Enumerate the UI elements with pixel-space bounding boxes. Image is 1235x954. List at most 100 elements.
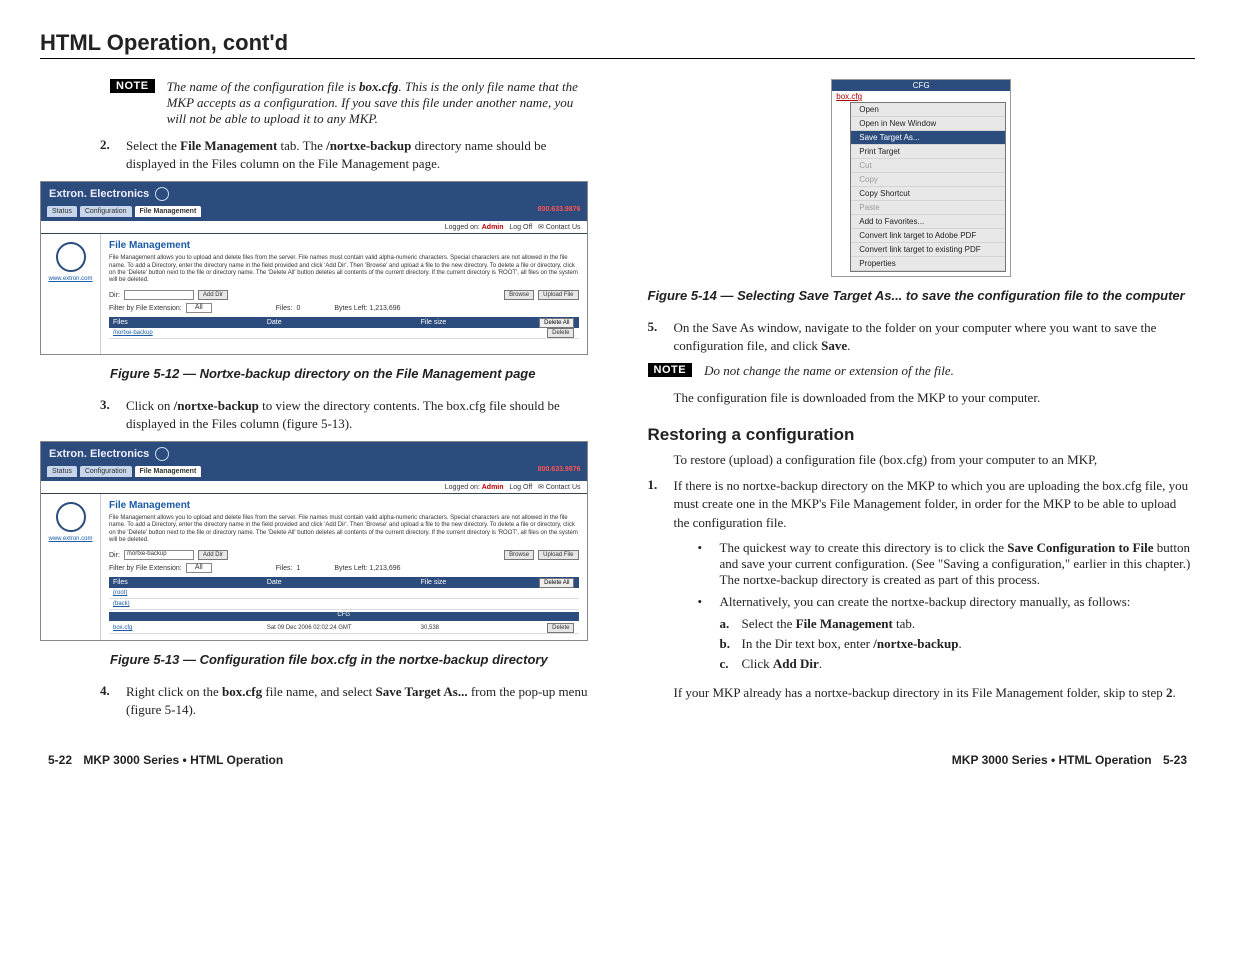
context-menu-item: Paste <box>851 201 1005 215</box>
note-box-2: NOTE Do not change the name or extension… <box>648 363 1196 379</box>
substep-b: b. In the Dir text box, enter /nortxe-ba… <box>720 636 1196 652</box>
substep-label: b. <box>720 636 742 652</box>
filter-select[interactable]: All <box>186 303 212 313</box>
note-text: Do not change the name or extension of t… <box>704 363 954 379</box>
back-link[interactable]: (back) <box>113 601 130 607</box>
right-column: CFG box.cfg OpenOpen in New WindowSave T… <box>648 79 1196 727</box>
panel-title: File Management <box>109 240 579 251</box>
substep-c: c. Click Add Dir. <box>720 656 1196 672</box>
sidebar: www.extron.com <box>41 494 101 640</box>
files-label: Files: <box>276 565 293 572</box>
tab-configuration[interactable]: Configuration <box>80 206 132 217</box>
restore-step-1: 1. If there is no nortxe-backup director… <box>648 477 1196 532</box>
tab-bar: Status Configuration File Management 800… <box>41 466 587 481</box>
context-menu-item[interactable]: Add to Favorites... <box>851 215 1005 229</box>
filter-select[interactable]: All <box>186 563 212 573</box>
col-date: Date <box>263 317 417 328</box>
app-brand-header: Extron. Electronics <box>41 442 587 466</box>
tab-status[interactable]: Status <box>47 206 77 217</box>
two-column-layout: NOTE The name of the configuration file … <box>40 79 1195 727</box>
file-table-header: Files Date File size Delete All <box>109 317 579 328</box>
logo-icon <box>155 187 169 201</box>
panel-description: File Management allows you to upload and… <box>109 515 579 544</box>
delete-all-button[interactable]: Delete All <box>539 578 574 588</box>
section-heading-restoring: Restoring a configuration <box>648 425 1196 445</box>
body-paragraph: The configuration file is downloaded fro… <box>674 389 1196 407</box>
filter-label: Filter by File Extension: <box>109 305 182 312</box>
sidebar-home-link[interactable]: www.extron.com <box>48 276 92 282</box>
tab-bar: Status Configuration File Management 800… <box>41 206 587 221</box>
context-menu-item[interactable]: Copy Shortcut <box>851 187 1005 201</box>
top-login-bar: Logged on: Admin Log Off ✉ Contact Us <box>41 481 587 494</box>
step-number: 4. <box>100 683 126 719</box>
step-text: Right click on the box.cfg file name, an… <box>126 683 588 719</box>
figure-5-14-screenshot: CFG box.cfg OpenOpen in New WindowSave T… <box>831 79 1011 277</box>
file-table-header: Files Date File size Delete All <box>109 577 579 588</box>
delete-button[interactable]: Delete <box>547 623 574 633</box>
upload-file-button[interactable]: Upload File <box>538 550 578 560</box>
tab-file-management[interactable]: File Management <box>135 206 202 217</box>
file-link-boxcfg[interactable]: box.cfg <box>832 91 1010 102</box>
logoff-link[interactable]: Log Off <box>509 224 532 231</box>
logoff-link[interactable]: Log Off <box>509 484 532 491</box>
bullet-text: Alternatively, you can create the nortxe… <box>720 594 1131 610</box>
context-menu: OpenOpen in New WindowSave Target As...P… <box>850 102 1006 272</box>
substep-label: a. <box>720 616 742 632</box>
context-menu-item[interactable]: Save Target As... <box>851 131 1005 145</box>
context-menu-item[interactable]: Print Target <box>851 145 1005 159</box>
context-menu-item: Cut <box>851 159 1005 173</box>
col-files: Files <box>109 317 263 328</box>
page-footers: 5-22 MKP 3000 Series • HTML Operation MK… <box>40 753 1195 767</box>
dir-input[interactable]: /nortxe-backup <box>124 550 194 560</box>
context-menu-item[interactable]: Open in New Window <box>851 117 1005 131</box>
step-number: 5. <box>648 319 674 355</box>
file-type-band: CFG <box>109 612 579 621</box>
footer-right: MKP 3000 Series • HTML Operation 5-23 <box>952 753 1195 767</box>
context-menu-item[interactable]: Convert link target to existing PDF <box>851 243 1005 257</box>
file-type-band: CFG <box>832 80 1010 91</box>
upload-file-button[interactable]: Upload File <box>538 290 578 300</box>
files-count: 1 <box>296 565 300 572</box>
sidebar-home-link[interactable]: www.extron.com <box>48 536 92 542</box>
left-column: NOTE The name of the configuration file … <box>40 79 588 727</box>
dir-input[interactable] <box>124 290 194 300</box>
col-size: File size <box>417 317 522 328</box>
file-link-boxcfg[interactable]: box.cfg <box>113 625 132 631</box>
step-5: 5. On the Save As window, navigate to th… <box>648 319 1196 355</box>
footer-left: 5-22 MKP 3000 Series • HTML Operation <box>40 753 283 767</box>
running-title: MKP 3000 Series • HTML Operation <box>952 753 1152 767</box>
running-title: MKP 3000 Series • HTML Operation <box>83 753 283 767</box>
context-menu-item[interactable]: Properties <box>851 257 1005 271</box>
substep-a: a. Select the File Management tab. <box>720 616 1196 632</box>
delete-button[interactable]: Delete <box>547 328 574 338</box>
table-row: /nortxe-backup Delete <box>109 328 579 339</box>
table-row-root: (root) <box>109 588 579 599</box>
contact-link[interactable]: Contact Us <box>546 484 581 491</box>
figure-5-14-caption: Figure 5-14 — Selecting Save Target As..… <box>648 287 1196 305</box>
context-menu-item[interactable]: Open <box>851 103 1005 117</box>
add-dir-button[interactable]: Add Dir <box>198 290 228 300</box>
bullet-item: • The quickest way to create this direct… <box>698 540 1196 588</box>
filter-label: Filter by File Extension: <box>109 565 182 572</box>
step-text: On the Save As window, navigate to the f… <box>674 319 1196 355</box>
sidebar: www.extron.com <box>41 234 101 354</box>
browse-button[interactable]: Browse <box>504 290 534 300</box>
step-2: 2. Select the File Management tab. The /… <box>100 137 588 173</box>
root-link[interactable]: (root) <box>113 590 127 596</box>
bullet-icon: • <box>698 540 720 588</box>
delete-all-button[interactable]: Delete All <box>539 318 574 328</box>
note-badge: NOTE <box>648 363 693 377</box>
add-dir-button[interactable]: Add Dir <box>198 550 228 560</box>
tab-status[interactable]: Status <box>47 466 77 477</box>
dir-link-nortxe-backup[interactable]: /nortxe-backup <box>113 330 153 336</box>
phone-number: 800.633.9876 <box>538 466 581 477</box>
tab-configuration[interactable]: Configuration <box>80 466 132 477</box>
tab-file-management[interactable]: File Management <box>135 466 202 477</box>
bytes-left: Bytes Left: 1,213,696 <box>334 565 400 572</box>
step-text: If there is no nortxe-backup directory o… <box>674 477 1196 532</box>
files-label: Files: <box>276 305 293 312</box>
body-paragraph: To restore (upload) a configuration file… <box>674 451 1196 469</box>
browse-button[interactable]: Browse <box>504 550 534 560</box>
context-menu-item[interactable]: Convert link target to Adobe PDF <box>851 229 1005 243</box>
contact-link[interactable]: Contact Us <box>546 224 581 231</box>
